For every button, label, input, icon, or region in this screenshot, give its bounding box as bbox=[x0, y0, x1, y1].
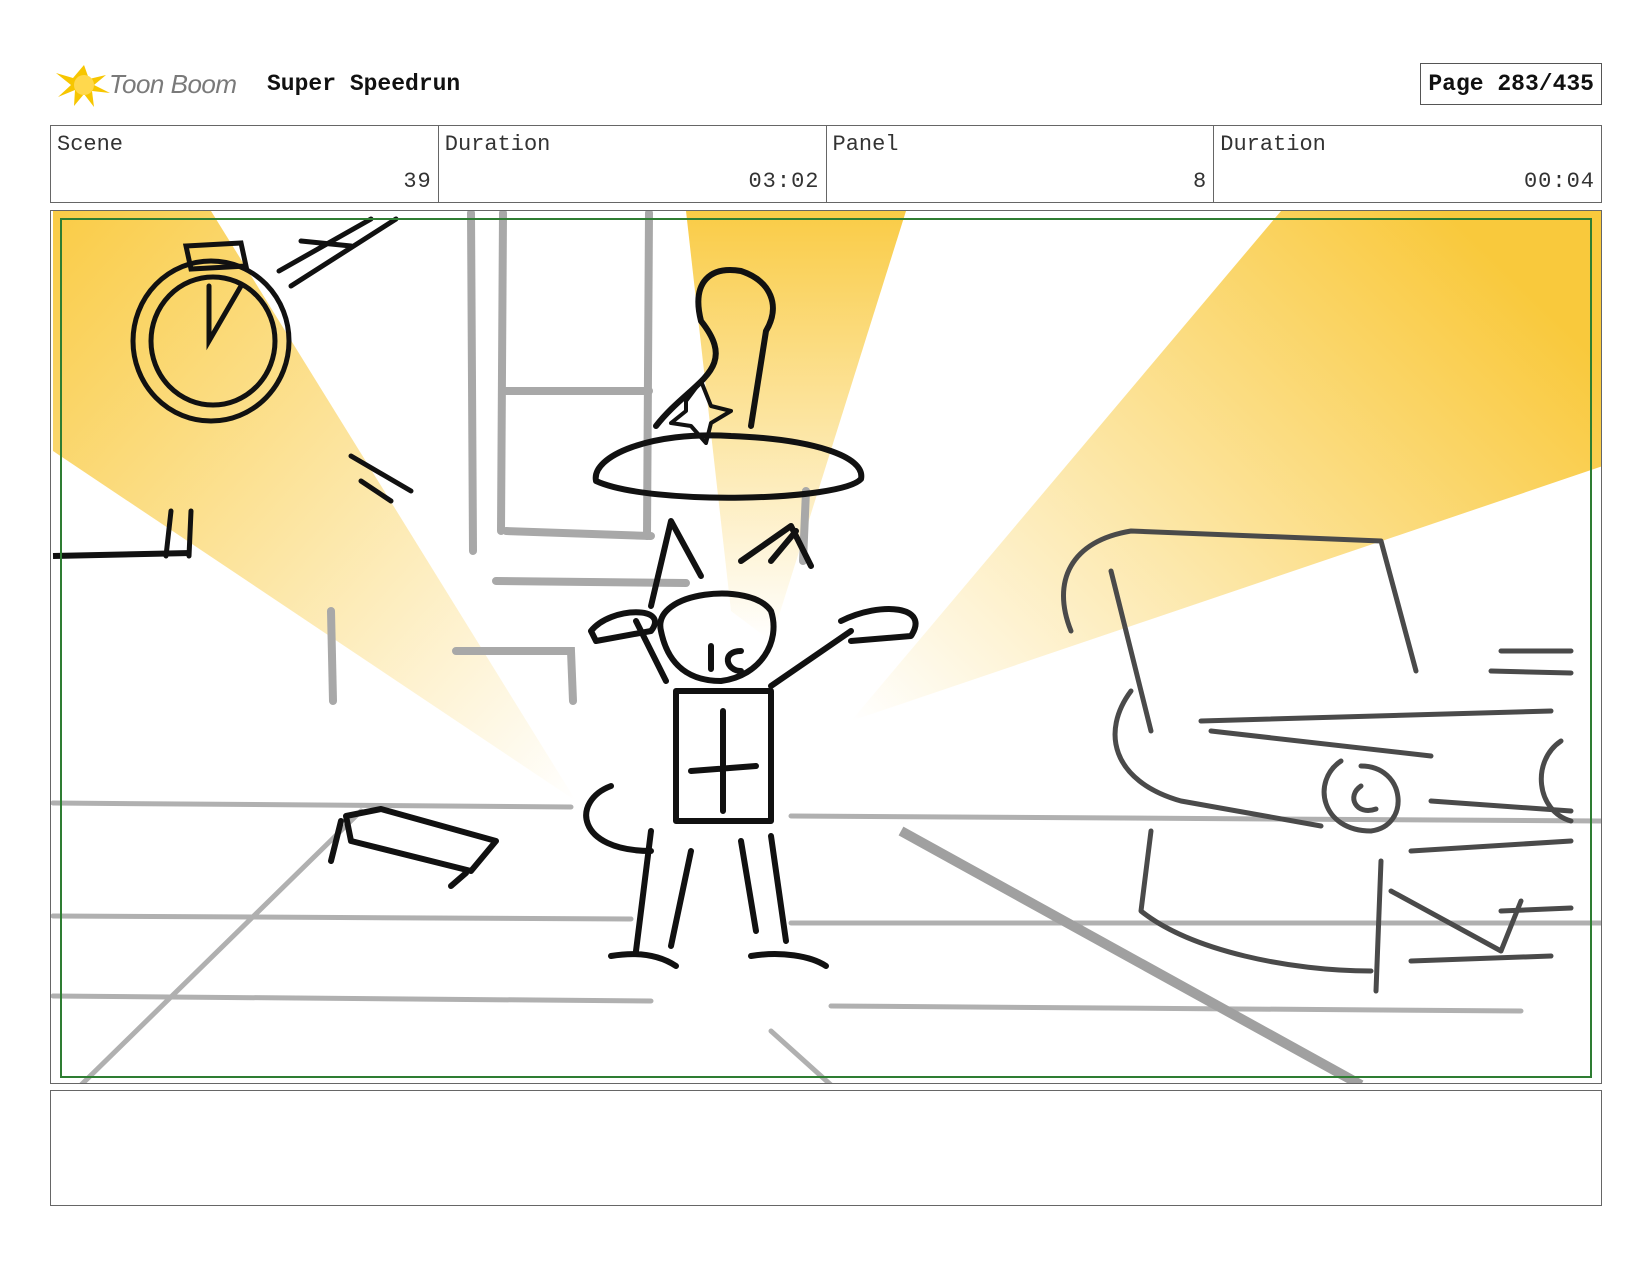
panel-value: 8 bbox=[1193, 169, 1208, 194]
project-title: Super Speedrun bbox=[267, 71, 461, 97]
toon-boom-logo-icon bbox=[56, 65, 110, 107]
scene-duration-cell: Duration 03:02 bbox=[439, 126, 827, 202]
scene-info-row: Scene 39 Duration 03:02 Panel 8 Duration… bbox=[50, 125, 1602, 203]
page-indicator: Page 283/435 bbox=[1420, 63, 1602, 105]
spotlight-beam-center bbox=[686, 211, 906, 641]
scene-label: Scene bbox=[57, 132, 124, 157]
floor-shadow-line bbox=[898, 826, 1364, 1083]
panel-label: Panel bbox=[832, 132, 899, 157]
table-edge bbox=[52, 550, 192, 559]
scene-duration-label: Duration bbox=[444, 132, 551, 157]
panel-notes[interactable] bbox=[50, 1090, 1602, 1206]
panel-cell: Panel 8 bbox=[827, 126, 1215, 202]
floor-grid bbox=[51, 800, 1601, 1083]
panel-duration-value: 00:04 bbox=[1523, 169, 1595, 194]
panel-duration-cell: Duration 00:04 bbox=[1214, 126, 1601, 202]
panel-sketch bbox=[51, 211, 1601, 1083]
book-on-floor bbox=[328, 806, 499, 889]
scene-value: 39 bbox=[403, 169, 432, 194]
panel-duration-label: Duration bbox=[1220, 132, 1326, 157]
storyboard-panel bbox=[50, 210, 1602, 1084]
brand-name: Toon Boom bbox=[109, 69, 237, 99]
scene-duration-value: 03:02 bbox=[748, 169, 820, 194]
spotlight-beam-right bbox=[851, 211, 1601, 721]
scene-cell: Scene 39 bbox=[51, 126, 439, 202]
storyboard-header: Toon Boom Super Speedrun Page 283/435 bbox=[50, 55, 1602, 115]
